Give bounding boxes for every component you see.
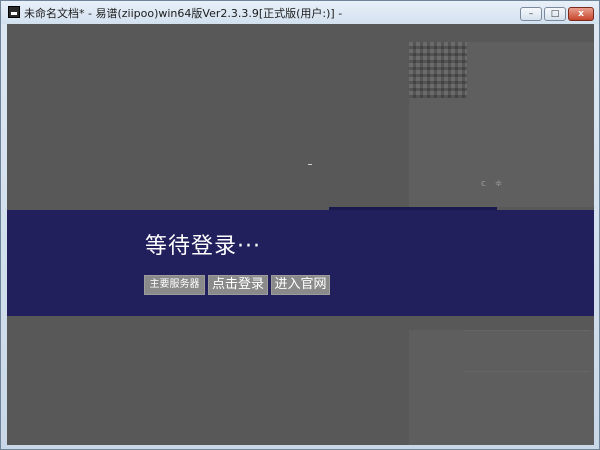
close-button[interactable]: x: [568, 7, 594, 21]
background-lines: [465, 330, 590, 372]
minimize-button[interactable]: –: [520, 7, 542, 21]
title-bar[interactable]: 未命名文档* - 易谱(ziipoo)win64版Ver2.3.3.9[正式版(…: [1, 1, 599, 24]
window-title: 未命名文档* - 易谱(ziipoo)win64版Ver2.3.3.9[正式版(…: [24, 7, 343, 20]
maximize-button[interactable]: □: [544, 7, 566, 21]
faint-glyphs: c ≑: [481, 179, 506, 189]
cursor-mark: [308, 164, 312, 165]
visit-website-button[interactable]: 进入官网: [271, 275, 330, 295]
app-window: 未命名文档* - 易谱(ziipoo)win64版Ver2.3.3.9[正式版(…: [0, 0, 600, 450]
main-server-button[interactable]: 主要服务器: [144, 275, 205, 295]
click-login-button[interactable]: 点击登录: [208, 275, 268, 295]
waiting-login-title: 等待登录···: [145, 234, 261, 259]
app-icon: [8, 6, 20, 18]
login-banner: 等待登录··· 主要服务器 点击登录 进入官网: [7, 210, 594, 316]
qr-code-image: [409, 42, 467, 98]
document-area: c ≑ 等待登录··· 主要服务器 点击登录 进入官网: [7, 24, 594, 445]
